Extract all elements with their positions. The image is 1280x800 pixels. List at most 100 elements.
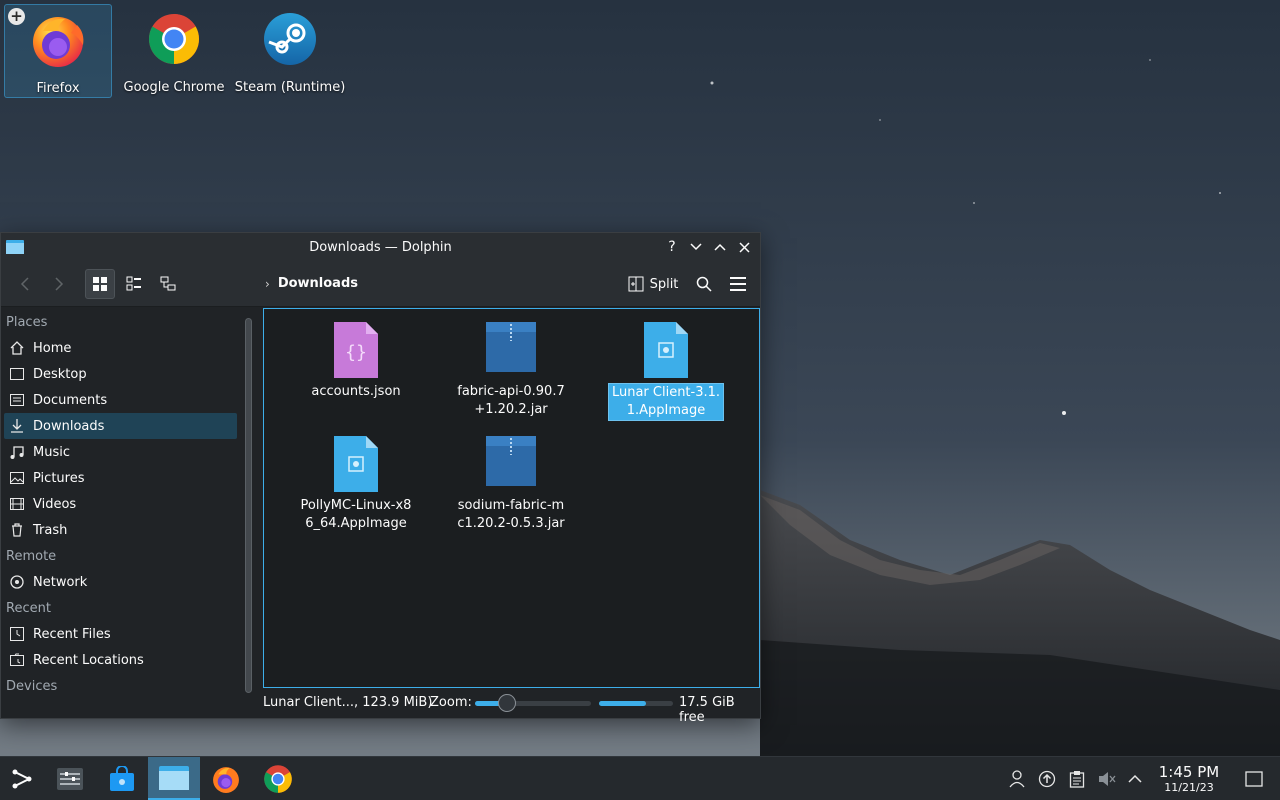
expand-tray-icon[interactable] bbox=[1125, 769, 1145, 789]
music-icon bbox=[9, 444, 25, 460]
zoom-label: Zoom: bbox=[430, 695, 472, 710]
add-icon[interactable]: + bbox=[8, 8, 25, 25]
split-view-icon bbox=[628, 276, 644, 292]
file-item-selected[interactable]: Lunar Client-3.1.1.AppImage bbox=[608, 321, 724, 421]
taskbar: 1:45 PM 11/21/23 bbox=[0, 756, 1280, 800]
split-button[interactable]: Split bbox=[625, 269, 681, 299]
hamburger-menu-button[interactable] bbox=[725, 269, 751, 299]
chrome-icon bbox=[145, 10, 203, 72]
breadcrumb[interactable]: › Downloads bbox=[265, 276, 358, 291]
json-file-icon: {} bbox=[333, 321, 379, 383]
firefox-taskbar-button[interactable] bbox=[200, 757, 252, 800]
help-button[interactable]: ? bbox=[662, 237, 682, 257]
desktop-icon-label: Steam (Runtime) bbox=[234, 80, 346, 95]
file-item[interactable]: {} accounts.json bbox=[298, 321, 414, 401]
discover-store-button[interactable] bbox=[96, 757, 148, 800]
search-button[interactable] bbox=[691, 269, 717, 299]
desktop-icon-steam[interactable]: Steam (Runtime) bbox=[234, 4, 346, 98]
file-name: fabric-api-0.90.7+1.20.2.jar bbox=[457, 384, 565, 417]
clock[interactable]: 1:45 PM 11/21/23 bbox=[1150, 763, 1228, 795]
desktop-icon-firefox[interactable]: + Firefox bbox=[4, 4, 112, 98]
arrow-left-icon bbox=[20, 277, 29, 291]
sidebar-section-places: Places bbox=[6, 315, 48, 330]
network-icon bbox=[9, 574, 25, 590]
zoom-slider[interactable] bbox=[475, 694, 591, 712]
sidebar-item-desktop[interactable]: Desktop bbox=[1, 361, 237, 387]
firefox-icon bbox=[29, 11, 87, 73]
sidebar-item-music[interactable]: Music bbox=[1, 439, 237, 465]
volume-muted-icon[interactable] bbox=[1097, 769, 1117, 789]
forward-button[interactable] bbox=[45, 269, 71, 299]
desktop-icon-chrome[interactable]: Google Chrome bbox=[120, 4, 228, 98]
close-button[interactable] bbox=[734, 237, 754, 257]
clipboard-icon[interactable] bbox=[1067, 769, 1087, 789]
file-name: PollyMC-Linux-x86_64.AppImage bbox=[300, 498, 412, 531]
sidebar-item-label: Recent Locations bbox=[33, 652, 144, 668]
view-icons-icon bbox=[93, 277, 107, 291]
free-space-bar[interactable] bbox=[599, 701, 673, 706]
file-name: sodium-fabric-mc1.20.2-0.5.3.jar bbox=[457, 498, 565, 531]
file-item[interactable]: sodium-fabric-mc1.20.2-0.5.3.jar bbox=[453, 435, 569, 533]
icons-view-button[interactable] bbox=[85, 269, 115, 299]
toolbar: › Downloads Split bbox=[1, 261, 760, 307]
zoom-slider-handle[interactable] bbox=[498, 694, 517, 712]
view-details-icon bbox=[160, 276, 176, 291]
sidebar-item-recent-locations[interactable]: Recent Locations bbox=[1, 647, 237, 673]
steam-icon bbox=[261, 10, 319, 72]
free-space-fill bbox=[599, 701, 646, 706]
dolphin-taskbar-button[interactable] bbox=[148, 757, 200, 800]
sidebar-item-trash[interactable]: Trash bbox=[1, 517, 237, 543]
maximize-button[interactable] bbox=[710, 237, 730, 257]
clock-date: 11/21/23 bbox=[1164, 781, 1214, 794]
application-launcher-button[interactable] bbox=[0, 757, 48, 800]
places-sidebar: Places Home Desktop Documents Downloads … bbox=[1, 309, 241, 717]
sidebar-item-label: Desktop bbox=[33, 366, 87, 382]
free-space-text: 17.5 GiB free bbox=[679, 695, 735, 725]
sidebar-scrollbar[interactable] bbox=[245, 318, 252, 693]
chrome-taskbar-button[interactable] bbox=[252, 757, 304, 800]
file-item[interactable]: fabric-api-0.90.7+1.20.2.jar bbox=[453, 321, 569, 419]
dolphin-window: Downloads — Dolphin ? › Downloads Split … bbox=[0, 232, 761, 725]
sidebar-item-documents[interactable]: Documents bbox=[1, 387, 237, 413]
archive-file-icon bbox=[485, 435, 537, 497]
breadcrumb-current[interactable]: Downloads bbox=[278, 276, 358, 291]
chrome-icon bbox=[264, 765, 292, 793]
sidebar-section-recent: Recent bbox=[6, 601, 51, 616]
desktop-icon bbox=[9, 366, 25, 382]
pictures-icon bbox=[9, 470, 25, 486]
view-compact-icon bbox=[126, 276, 141, 291]
svg-text:{}: {} bbox=[345, 342, 367, 363]
close-icon bbox=[738, 241, 750, 253]
compact-view-button[interactable] bbox=[119, 269, 149, 299]
task-manager-icon bbox=[57, 768, 83, 790]
documents-icon bbox=[9, 392, 25, 408]
sidebar-item-label: Recent Files bbox=[33, 626, 111, 642]
file-view[interactable]: {} accounts.json fabric-api-0.90.7+1.20.… bbox=[263, 308, 760, 688]
sidebar-item-label: Music bbox=[33, 444, 70, 460]
back-button[interactable] bbox=[13, 269, 39, 299]
sidebar-item-downloads[interactable]: Downloads bbox=[4, 413, 237, 439]
updates-icon[interactable] bbox=[1037, 769, 1057, 789]
clock-time: 1:45 PM bbox=[1158, 763, 1220, 781]
minimize-button[interactable] bbox=[686, 237, 706, 257]
user-icon[interactable] bbox=[1007, 769, 1027, 789]
details-view-button[interactable] bbox=[153, 269, 183, 299]
recent-locations-icon bbox=[9, 652, 25, 668]
file-item[interactable]: PollyMC-Linux-x86_64.AppImage bbox=[298, 435, 414, 533]
sidebar-item-pictures[interactable]: Pictures bbox=[1, 465, 237, 491]
show-desktop-icon[interactable] bbox=[1244, 769, 1264, 789]
sidebar-item-network[interactable]: Network bbox=[1, 569, 237, 595]
firefox-icon bbox=[213, 767, 239, 793]
videos-icon bbox=[9, 496, 25, 512]
home-icon bbox=[9, 340, 25, 356]
hamburger-menu-icon bbox=[730, 277, 746, 291]
sidebar-item-videos[interactable]: Videos bbox=[1, 491, 237, 517]
sidebar-item-recent-files[interactable]: Recent Files bbox=[1, 621, 237, 647]
sidebar-item-home[interactable]: Home bbox=[1, 335, 237, 361]
status-bar: Lunar Client..., 123.9 MiB) Zoom: 17.5 G… bbox=[1, 688, 760, 725]
window-titlebar[interactable]: Downloads — Dolphin ? bbox=[1, 233, 760, 261]
downloads-icon bbox=[9, 418, 25, 434]
task-manager-button[interactable] bbox=[44, 757, 96, 800]
sidebar-item-label: Documents bbox=[33, 392, 108, 408]
sidebar-item-label: Videos bbox=[33, 496, 77, 512]
